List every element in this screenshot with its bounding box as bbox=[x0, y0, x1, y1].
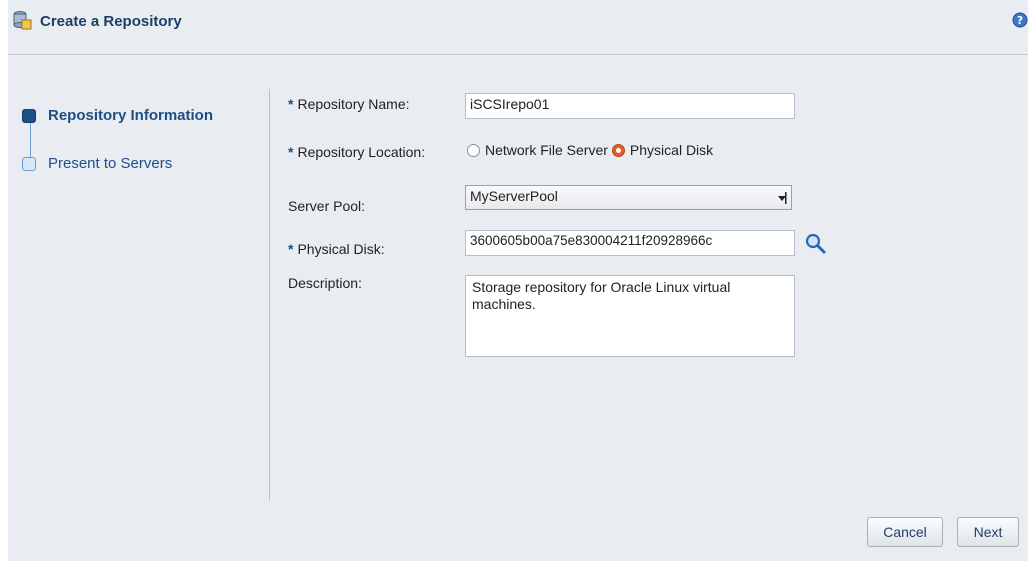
next-button[interactable]: Next bbox=[957, 517, 1019, 547]
repository-name-input[interactable]: iSCSIrepo01 bbox=[465, 93, 795, 119]
required-marker: * bbox=[288, 144, 294, 160]
radio-unselected-icon[interactable] bbox=[467, 143, 480, 157]
search-icon[interactable] bbox=[804, 232, 826, 254]
step-pending-marker bbox=[22, 156, 36, 171]
step-current-marker bbox=[22, 108, 36, 123]
dialog-title: Create a Repository bbox=[40, 13, 182, 30]
step-label: Present to Servers bbox=[48, 155, 173, 172]
cancel-button[interactable]: Cancel bbox=[867, 517, 943, 547]
repository-name-label: * Repository Name: bbox=[288, 96, 410, 112]
radio-label: Physical Disk bbox=[629, 142, 714, 158]
server-pool-select[interactable]: MyServerPool bbox=[465, 185, 792, 210]
label-text: Repository Name: bbox=[297, 96, 410, 112]
radio-label: Network File Server bbox=[485, 142, 608, 158]
repository-location-radio-group: Network File Server Physical Disk bbox=[467, 142, 717, 158]
description-label: Description: bbox=[288, 275, 362, 291]
server-pool-selected-value: MyServerPool bbox=[470, 188, 558, 204]
radio-selected-icon[interactable] bbox=[611, 143, 625, 157]
label-text: Repository Location: bbox=[297, 144, 426, 160]
step-label: Repository Information bbox=[48, 107, 214, 124]
step-present-to-servers[interactable]: Present to Servers bbox=[22, 155, 172, 172]
physical-disk-input[interactable]: 3600605b00a75e830004211f20928966c bbox=[465, 230, 795, 256]
create-repository-dialog: Create a Repository ? Repository Informa… bbox=[8, 0, 1028, 561]
server-pool-label: Server Pool: bbox=[288, 198, 366, 214]
radio-network-file-server[interactable]: Network File Server bbox=[467, 142, 608, 158]
title-divider bbox=[8, 54, 1028, 55]
physical-disk-label: * Physical Disk: bbox=[288, 241, 385, 257]
repository-icon bbox=[13, 11, 32, 30]
required-marker: * bbox=[288, 241, 294, 257]
dropdown-arrow-icon bbox=[778, 192, 787, 204]
repository-location-label: * Repository Location: bbox=[288, 144, 425, 160]
description-textarea[interactable]: Storage repository for Oracle Linux virt… bbox=[465, 275, 795, 357]
help-icon[interactable]: ? bbox=[1012, 12, 1028, 28]
dialog-titlebar: Create a Repository ? bbox=[8, 0, 1028, 42]
svg-text:?: ? bbox=[1017, 14, 1023, 27]
label-text: Physical Disk: bbox=[297, 241, 385, 257]
train-connector bbox=[30, 122, 31, 158]
vertical-divider bbox=[269, 89, 270, 500]
required-marker: * bbox=[288, 96, 294, 112]
radio-physical-disk[interactable]: Physical Disk bbox=[611, 142, 714, 158]
step-repository-information[interactable]: Repository Information bbox=[22, 107, 213, 124]
